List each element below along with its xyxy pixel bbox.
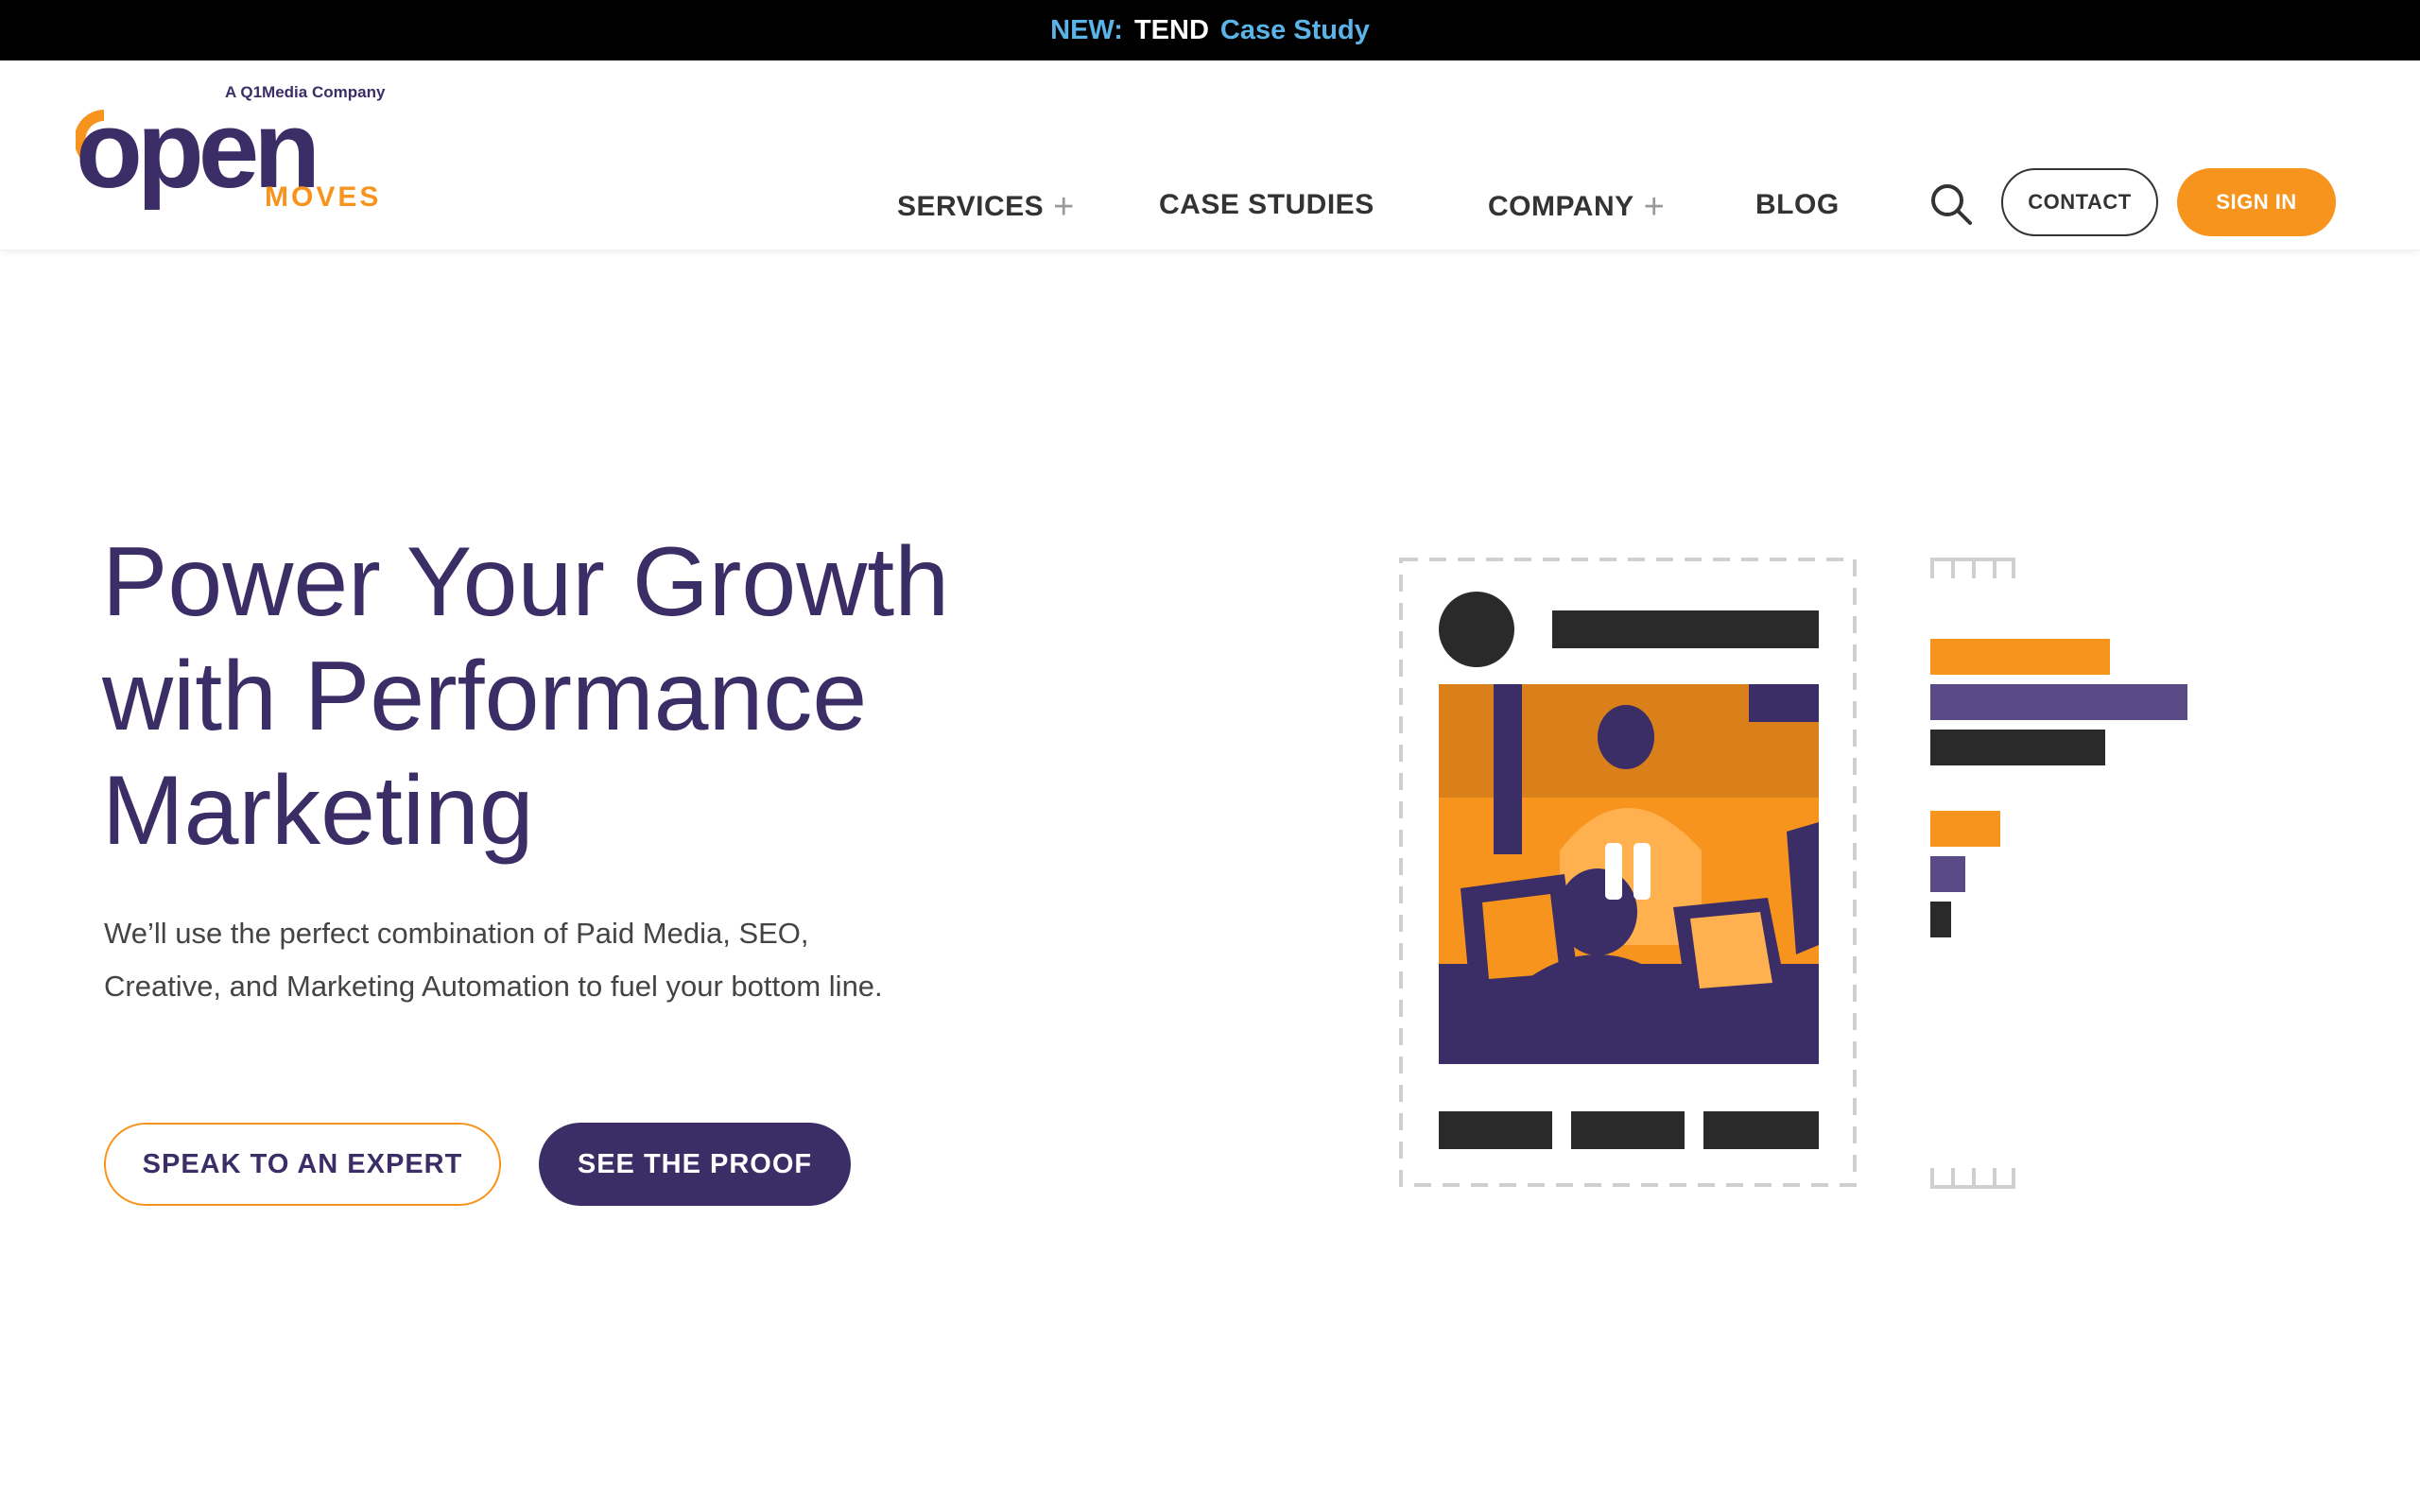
- nav-services-label: SERVICES: [897, 191, 1045, 222]
- post-action-bar: [1439, 1111, 1552, 1149]
- post-image: [1439, 684, 1819, 1064]
- post-header-bar: [1552, 610, 1819, 648]
- chart-bar-purple-small: [1930, 856, 1965, 892]
- chart-bar-purple: [1930, 684, 2187, 720]
- chart-ruler-top: [1930, 558, 2015, 578]
- nav-blog-label: BLOG: [1755, 189, 1840, 220]
- nav-services[interactable]: SERVICES +: [897, 189, 1075, 225]
- hero-title-line: Power Your Growth: [102, 527, 950, 637]
- logo-subtext: MOVES: [265, 181, 382, 213]
- chart-bar-orange-small: [1930, 811, 2000, 847]
- speak-to-expert-button[interactable]: SPEAK TO AN EXPERT: [104, 1123, 501, 1206]
- plus-icon: +: [1053, 187, 1075, 227]
- announcement-brand: TEND: [1133, 14, 1209, 45]
- see-the-proof-button[interactable]: SEE THE PROOF: [539, 1123, 851, 1206]
- hero-title-line: Marketing: [102, 756, 534, 866]
- chart-bar-dark-small: [1930, 902, 1951, 937]
- nav-case-studies[interactable]: CASE STUDIES: [1159, 189, 1374, 221]
- plus-icon: +: [1643, 187, 1666, 227]
- announcement-prefix: NEW:: [1050, 14, 1123, 45]
- hero-title: Power Your Growth with Performance Marke…: [102, 525, 1047, 868]
- hero-title-line: with Performance: [102, 642, 868, 751]
- site-header: A Q1Media Company open MOVES SERVICES + …: [0, 60, 2420, 250]
- hero-illustration: [1399, 558, 2187, 1189]
- sign-in-button[interactable]: SIGN IN: [2177, 168, 2336, 236]
- contact-button[interactable]: CONTACT: [2001, 168, 2158, 236]
- nav-case-studies-label: CASE STUDIES: [1159, 189, 1374, 220]
- nav-company-label: COMPANY: [1488, 191, 1634, 222]
- chart-ruler-bottom: [1930, 1168, 2015, 1189]
- chart-bar-dark: [1930, 730, 2105, 765]
- nav-company[interactable]: COMPANY +: [1488, 189, 1665, 225]
- announcement-link[interactable]: Case Study: [1220, 15, 1370, 46]
- post-action-bar: [1703, 1111, 1819, 1149]
- post-action-bar: [1571, 1111, 1685, 1149]
- announcement-bar[interactable]: NEW: TEND Case Study: [0, 0, 2420, 60]
- hero-subtitle-line: Creative, and Marketing Automation to fu…: [104, 970, 883, 1003]
- hero-subtitle-line: We’ll use the perfect combination of Pai…: [104, 917, 809, 950]
- nav-blog[interactable]: BLOG: [1755, 189, 1840, 221]
- logo[interactable]: A Q1Media Company open MOVES: [76, 77, 402, 219]
- chart-bar-orange: [1930, 639, 2110, 675]
- search-icon[interactable]: [1928, 181, 1974, 227]
- hero-subtitle: We’ll use the perfect combination of Pai…: [104, 907, 1002, 1013]
- avatar: [1439, 592, 1514, 667]
